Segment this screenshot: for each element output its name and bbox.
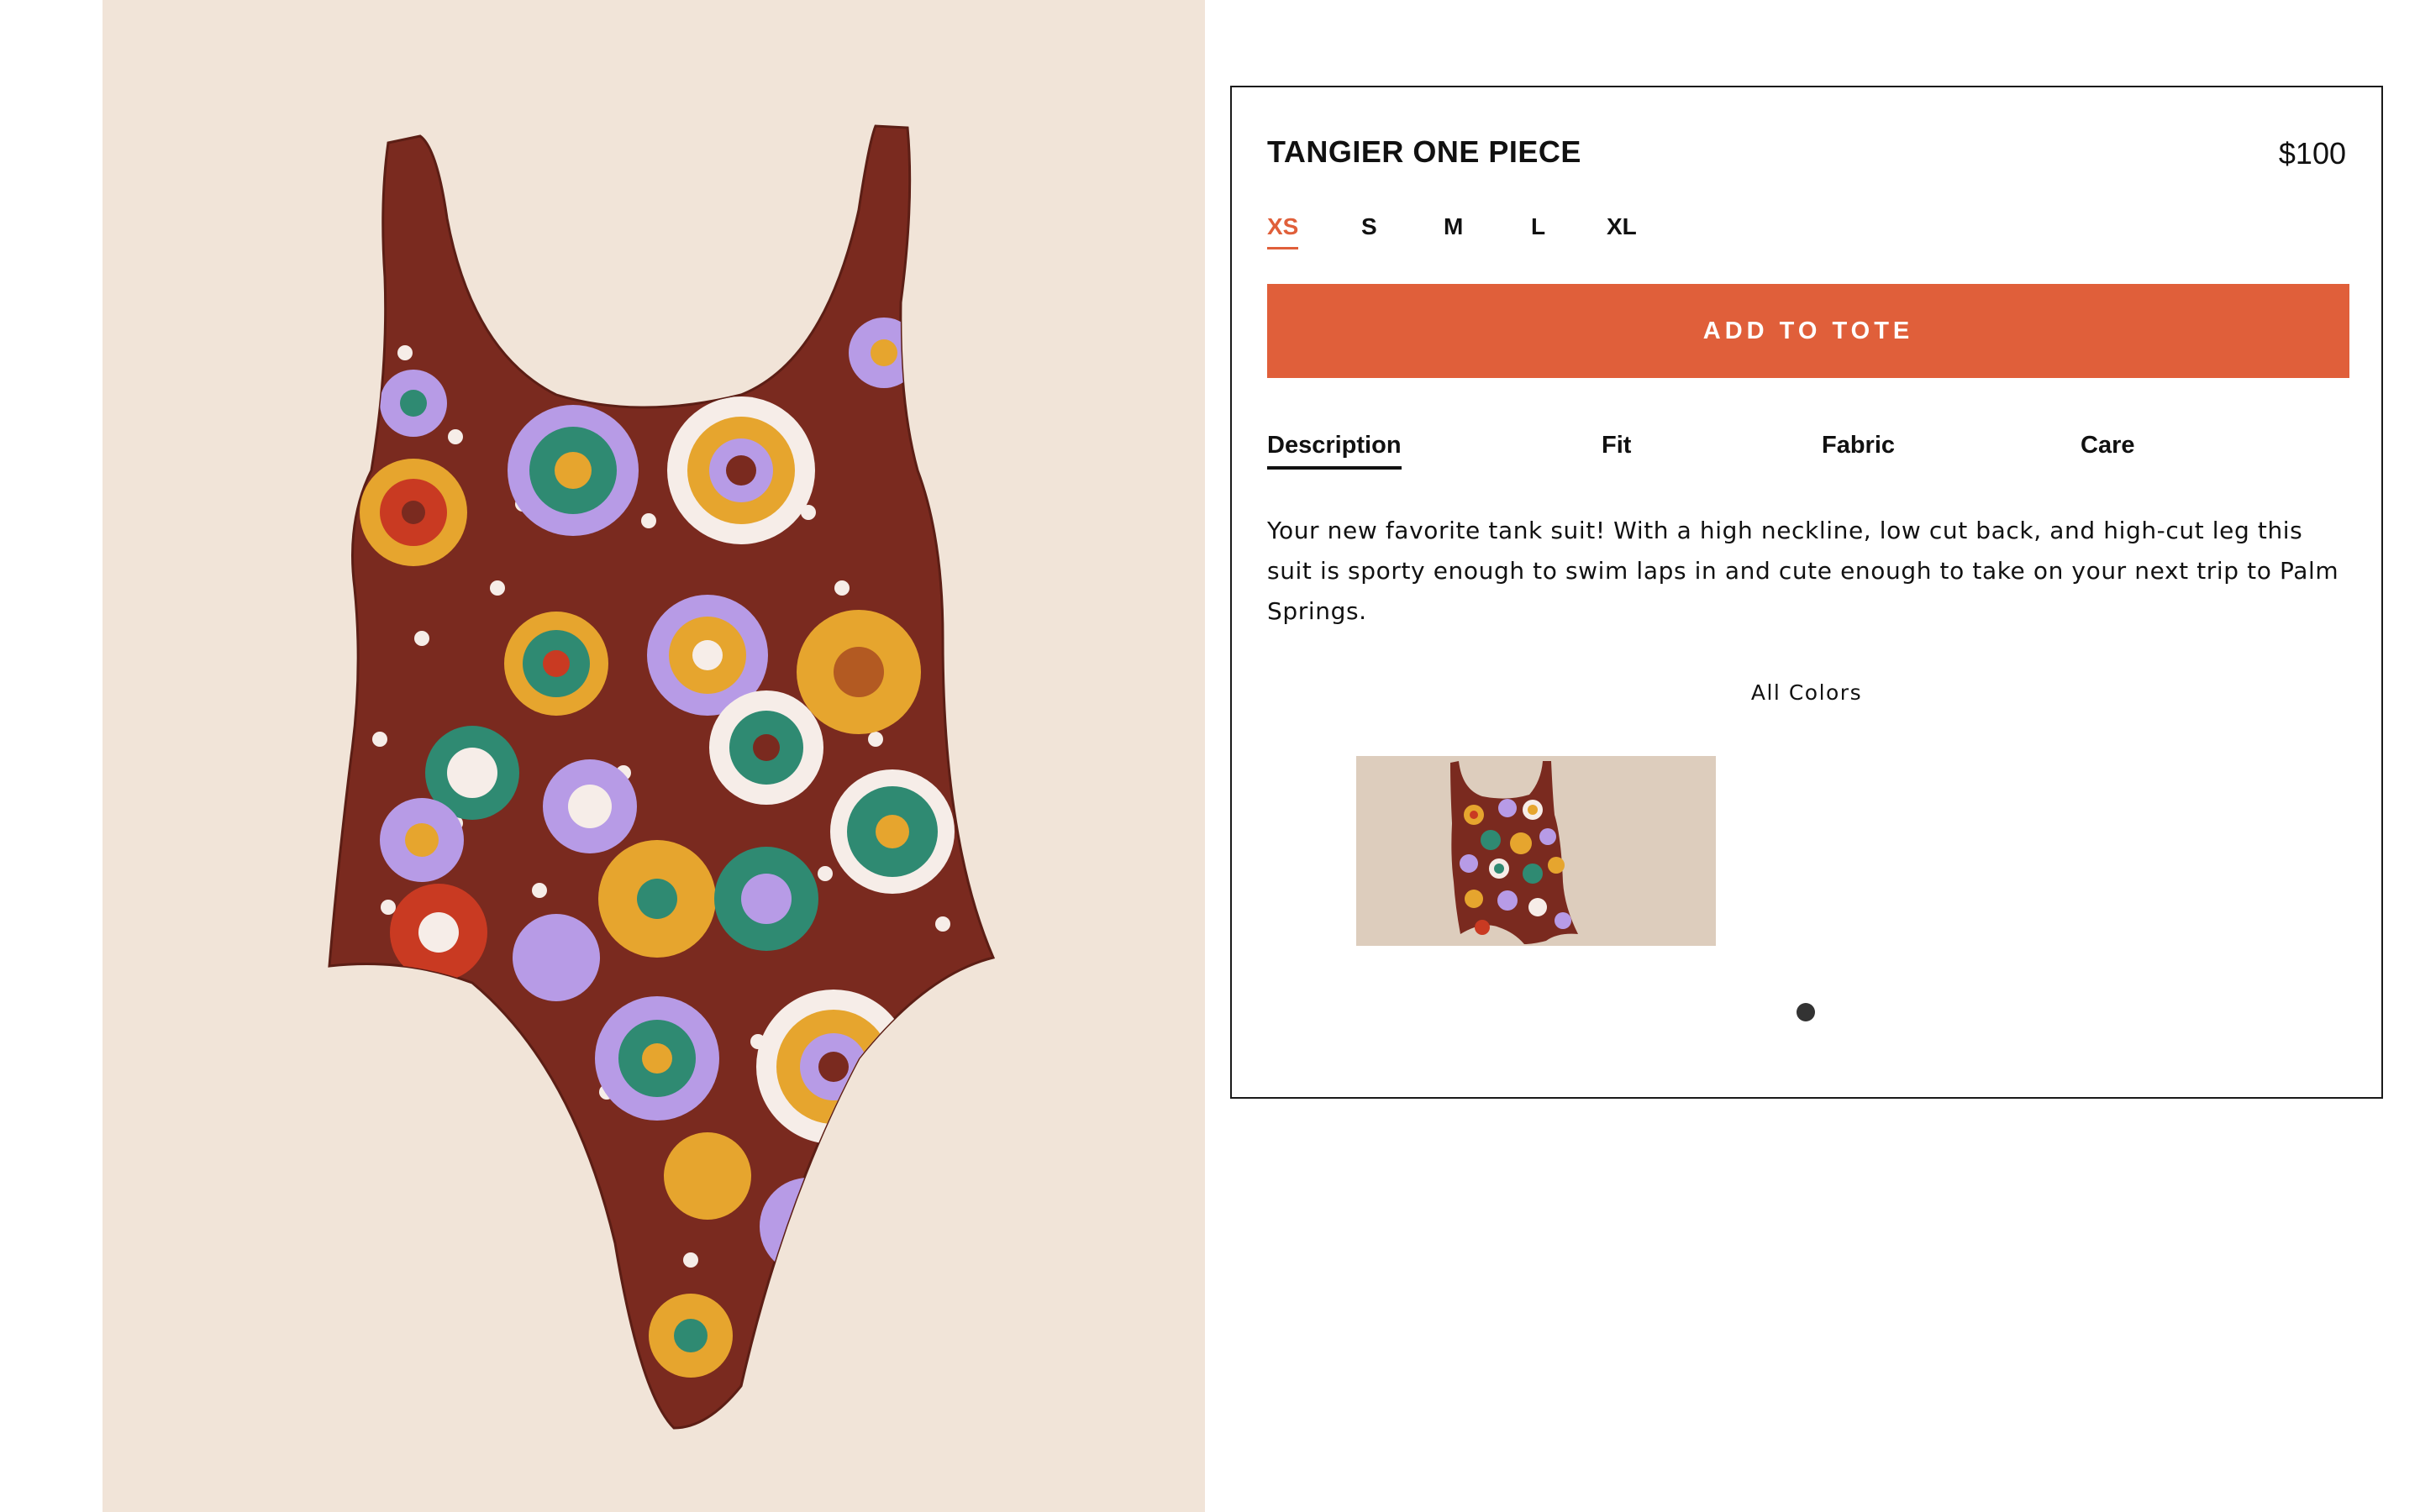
all-colors-heading: All Colors xyxy=(1750,680,1863,705)
size-option-m[interactable]: M xyxy=(1444,213,1463,247)
product-image-panel xyxy=(103,0,1205,1512)
product-description: Your new favorite tank suit! With a high… xyxy=(1267,517,2339,625)
product-title: TANGIER ONE PIECE xyxy=(1267,134,1581,169)
tab-fit[interactable]: Fit xyxy=(1602,432,1631,466)
swimsuit-image xyxy=(328,124,996,1430)
product-price: $100 xyxy=(2278,136,2346,171)
product-details-card: TANGIER ONE PIECE $100 XS S M L XL ADD T… xyxy=(1230,86,2383,1099)
size-option-l[interactable]: L xyxy=(1531,213,1545,247)
carousel-dot[interactable] xyxy=(1797,1003,1815,1021)
size-option-xs[interactable]: XS xyxy=(1267,213,1299,249)
size-option-xl[interactable]: XL xyxy=(1607,213,1637,247)
product-info-tabs: Description Fit Fabric Care xyxy=(1267,432,2349,482)
color-swatch-floral-brown[interactable] xyxy=(1356,756,1716,946)
swatch-thumbnail-image xyxy=(1450,761,1578,944)
tab-description[interactable]: Description xyxy=(1267,432,1402,470)
size-option-s[interactable]: S xyxy=(1361,213,1377,247)
add-to-tote-button[interactable]: ADD TO TOTE xyxy=(1267,284,2349,378)
tab-care[interactable]: Care xyxy=(2081,432,2135,466)
tab-fabric[interactable]: Fabric xyxy=(1822,432,1895,466)
